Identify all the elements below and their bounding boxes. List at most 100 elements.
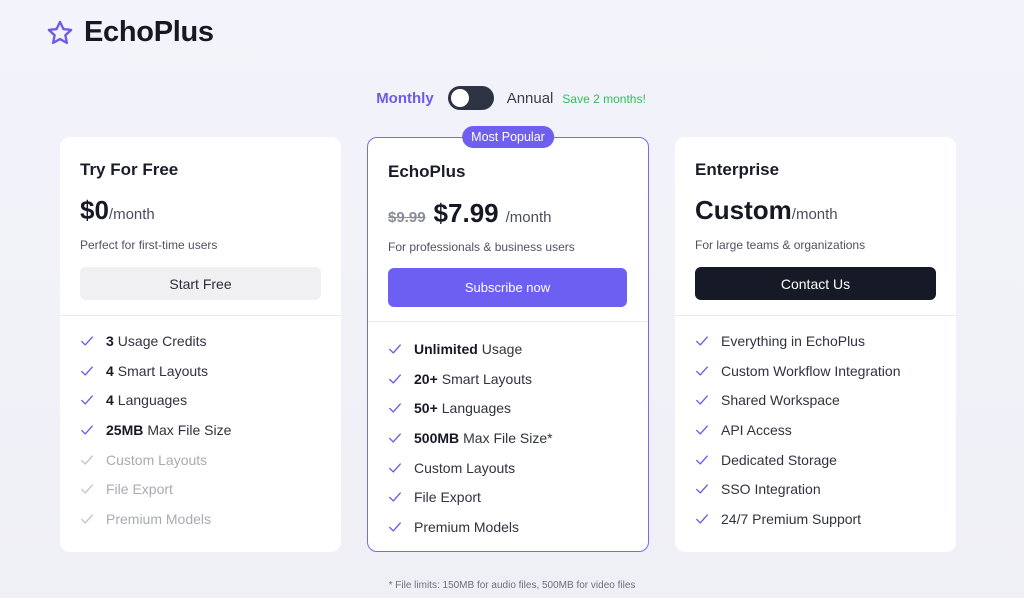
- check-icon: [696, 484, 708, 494]
- plan-price: $9.99 $7.99 /month: [388, 198, 551, 229]
- annual-savings-note: Save 2 months!: [562, 92, 646, 106]
- feature-highlight: 25MB: [106, 421, 144, 438]
- feature-item: File Export: [388, 482, 553, 512]
- feature-label: SSO Integration: [721, 481, 821, 498]
- check-icon: [696, 454, 708, 465]
- star-icon: [47, 20, 73, 44]
- feature-label: 24/7 Premium Support: [721, 510, 862, 527]
- feature-highlight: 500MB: [414, 429, 460, 446]
- subscribe-now-button[interactable]: Subscribe now: [388, 268, 627, 307]
- feature-item: 3 Usage Credits: [80, 326, 231, 356]
- feature-label: Premium Models: [106, 510, 212, 527]
- check-icon: [81, 514, 93, 524]
- plan-name: Enterprise: [695, 160, 780, 179]
- plan-name: Try For Free: [80, 160, 179, 179]
- feature-item: 500MB Max File Size*: [388, 423, 553, 453]
- feature-label: Premium Models: [414, 518, 520, 535]
- check-icon: [389, 433, 401, 443]
- feature-list: 3 Usage Credits 4 Smart Layouts 4 Languages 25…: [80, 326, 231, 534]
- feature-item: 20+ Smart Layouts: [388, 364, 553, 394]
- feature-item: Shared Workspace: [695, 385, 900, 415]
- feature-label: API Access: [721, 421, 792, 438]
- feature-item: File Export: [80, 474, 231, 504]
- price-amount: $0: [80, 195, 109, 225]
- feature-label: Everything in EchoPlus: [721, 332, 865, 349]
- price-period: /month: [108, 206, 155, 223]
- feature-label: Smart Layouts: [117, 362, 209, 379]
- feature-list: Unlimited Usage 20+ Smart Layouts 50+ Languag…: [388, 334, 553, 542]
- check-icon: [81, 425, 93, 435]
- feature-item: 25MB Max File Size: [80, 415, 231, 445]
- feature-label: Smart Layouts: [441, 370, 533, 387]
- feature-label: Usage: [481, 340, 523, 357]
- billing-monthly-label[interactable]: Monthly: [376, 90, 434, 107]
- most-popular-badge: Most Popular: [462, 126, 554, 148]
- feature-label: Languages: [441, 400, 512, 417]
- feature-label: Custom Layouts: [414, 459, 516, 476]
- check-icon: [389, 492, 401, 502]
- check-icon: [696, 395, 708, 405]
- feature-label: Custom Workflow Integration: [721, 362, 901, 379]
- feature-label: Max File Size*: [463, 429, 553, 446]
- plan-price: $0 /month: [80, 195, 155, 226]
- price-amount: Custom: [695, 195, 792, 225]
- check-icon: [81, 484, 93, 494]
- feature-item: Dedicated Storage: [695, 445, 900, 475]
- feature-label: File Export: [106, 481, 173, 498]
- toggle-knob: [450, 89, 469, 107]
- feature-highlight: 3: [106, 332, 114, 349]
- brand-logo[interactable]: EchoPlus: [46, 16, 214, 49]
- check-icon: [389, 344, 401, 354]
- check-icon: [81, 454, 93, 465]
- plan-description: Perfect for first-time users: [80, 238, 218, 252]
- plan-price: Custom /month: [695, 195, 838, 226]
- feature-label: File Export: [414, 489, 481, 506]
- divider: [368, 321, 648, 322]
- feature-label: Dedicated Storage: [721, 451, 837, 468]
- plan-description: For large teams & organizations: [695, 238, 866, 252]
- plan-card-free: Try For Free $0 /month Perfect for first…: [60, 137, 341, 552]
- billing-period-switch: Monthly Annual Save 2 months!: [0, 86, 1024, 110]
- price-amount: $7.99: [433, 198, 499, 228]
- feature-label: Languages: [117, 392, 188, 409]
- check-icon: [696, 336, 708, 346]
- feature-item: Premium Models: [388, 512, 553, 542]
- contact-us-button[interactable]: Contact Us: [695, 267, 936, 300]
- feature-item: API Access: [695, 415, 900, 445]
- plan-name: EchoPlus: [388, 162, 466, 181]
- old-price: $9.99: [388, 209, 426, 226]
- feature-item: Custom Layouts: [80, 445, 231, 475]
- feature-item: 4 Languages: [80, 385, 231, 415]
- feature-item: Premium Models: [80, 504, 231, 534]
- check-icon: [81, 336, 93, 346]
- divider: [675, 315, 956, 316]
- billing-toggle[interactable]: [447, 86, 494, 110]
- feature-item: Custom Layouts: [388, 453, 553, 483]
- feature-highlight: Unlimited: [414, 340, 478, 357]
- check-icon: [81, 365, 93, 376]
- plan-card-echoplus: Most Popular EchoPlus $9.99 $7.99 /month…: [367, 126, 649, 552]
- file-limits-footnote: * File limits: 150MB for audio files, 50…: [388, 580, 636, 591]
- check-icon: [696, 365, 708, 376]
- feature-item: 50+ Languages: [388, 393, 553, 423]
- check-icon: [389, 403, 401, 413]
- check-icon: [696, 514, 708, 524]
- price-period: /month: [505, 209, 552, 226]
- divider: [60, 315, 341, 316]
- feature-list: Everything in EchoPlus Custom Workflow In…: [695, 326, 900, 534]
- price-period: /month: [791, 206, 838, 223]
- feature-label: Max File Size: [147, 421, 232, 438]
- feature-highlight: 4: [106, 392, 114, 409]
- check-icon: [696, 425, 708, 435]
- start-free-button[interactable]: Start Free: [80, 267, 321, 300]
- feature-highlight: 20+: [414, 370, 438, 387]
- feature-item: 24/7 Premium Support: [695, 504, 900, 534]
- feature-item: Everything in EchoPlus: [695, 326, 900, 356]
- feature-label: Custom Layouts: [106, 451, 208, 468]
- check-icon: [389, 522, 401, 532]
- billing-annual-label[interactable]: Annual: [507, 90, 554, 107]
- feature-item: Unlimited Usage: [388, 334, 553, 364]
- feature-item: 4 Smart Layouts: [80, 356, 231, 386]
- plan-card-enterprise: Enterprise Custom /month For large teams…: [675, 137, 956, 552]
- feature-highlight: 50+: [414, 400, 438, 417]
